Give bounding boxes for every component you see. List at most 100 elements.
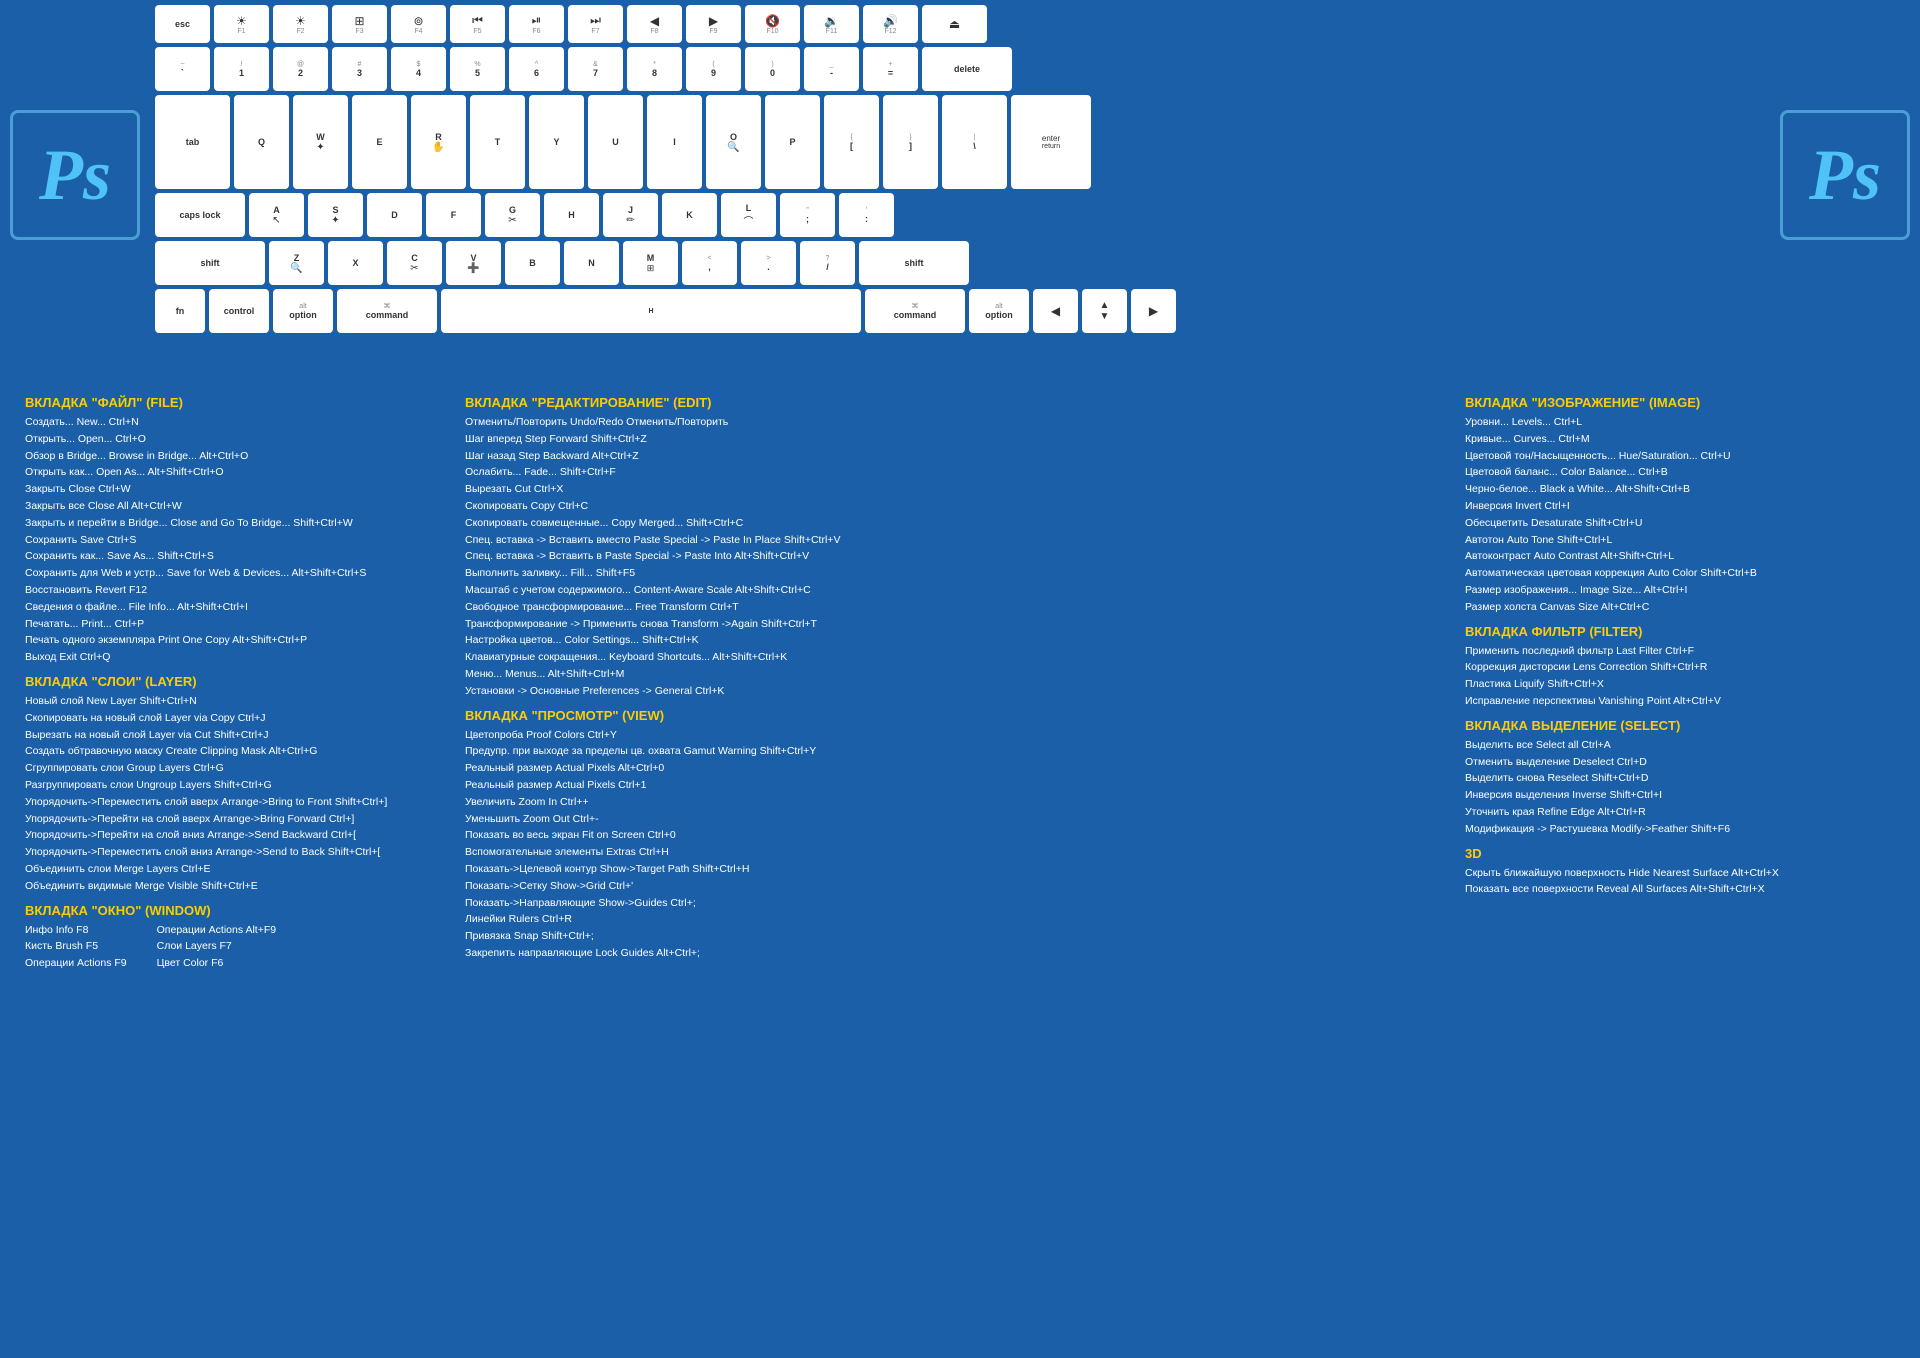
key-f7[interactable]: ⏭F7 <box>568 5 623 43</box>
view-item-11: Показать->Направляющие Show->Guides Ctrl… <box>465 895 1455 912</box>
key-capslock[interactable]: caps lock <box>155 193 245 237</box>
view-section: ВКЛАДКА "ПРОСМОТР" (VIEW) Цветопроба Pro… <box>465 708 1455 962</box>
key-comma[interactable]: <, <box>682 241 737 285</box>
key-2[interactable]: @2 <box>273 47 328 91</box>
edit-item-7: Скопировать совмещенные... Copy Merged..… <box>465 515 1455 532</box>
key-left[interactable]: ◀ <box>1033 289 1078 333</box>
key-esc[interactable]: esc <box>155 5 210 43</box>
key-f9[interactable]: ▶F9 <box>686 5 741 43</box>
key-5[interactable]: %5 <box>450 47 505 91</box>
key-f6[interactable]: ⏯F6 <box>509 5 564 43</box>
key-k[interactable]: K <box>662 193 717 237</box>
key-command-right[interactable]: ⌘command <box>865 289 965 333</box>
image-item-1: Уровни... Levels... Ctrl+L <box>1465 414 1895 431</box>
key-f3[interactable]: ⊞F3 <box>332 5 387 43</box>
3d-item-2: Показать все поверхности Reveal All Surf… <box>1465 881 1895 898</box>
key-command-left[interactable]: ⌘command <box>337 289 437 333</box>
key-1[interactable]: !1 <box>214 47 269 91</box>
view-item-6: Уменьшить Zoom Out Ctrl+- <box>465 811 1455 828</box>
key-b[interactable]: B <box>505 241 560 285</box>
file-item-1: Создать... New... Ctrl+N <box>25 414 455 431</box>
key-i[interactable]: I <box>647 95 702 189</box>
edit-item-10: Выполнить заливку... Fill... Shift+F5 <box>465 565 1455 582</box>
key-s[interactable]: S✦ <box>308 193 363 237</box>
key-c[interactable]: C✂ <box>387 241 442 285</box>
key-f2[interactable]: ☀F2 <box>273 5 328 43</box>
layer-item-4: Создать обтравочную маску Create Clippin… <box>25 743 455 760</box>
file-item-12: Сведения о файле... File Info... Alt+Shi… <box>25 599 455 616</box>
key-q[interactable]: Q <box>234 95 289 189</box>
key-l[interactable]: L⌒ <box>721 193 776 237</box>
key-backslash[interactable]: |\ <box>942 95 1007 189</box>
key-o[interactable]: O🔍 <box>706 95 761 189</box>
key-updown[interactable]: ▲▼ <box>1082 289 1127 333</box>
key-period[interactable]: >. <box>741 241 796 285</box>
file-item-8: Сохранить Save Ctrl+S <box>25 532 455 549</box>
key-equals[interactable]: += <box>863 47 918 91</box>
key-tab[interactable]: tab <box>155 95 230 189</box>
key-y[interactable]: Y <box>529 95 584 189</box>
view-item-4: Реальный размер Actual Pixels Ctrl+1 <box>465 777 1455 794</box>
key-n[interactable]: N <box>564 241 619 285</box>
key-9[interactable]: (9 <box>686 47 741 91</box>
key-f4[interactable]: ⊚F4 <box>391 5 446 43</box>
key-6[interactable]: ^6 <box>509 47 564 91</box>
key-8[interactable]: *8 <box>627 47 682 91</box>
key-a[interactable]: A↖ <box>249 193 304 237</box>
key-f5[interactable]: ⏮F5 <box>450 5 505 43</box>
key-option-left[interactable]: altoption <box>273 289 333 333</box>
key-e[interactable]: E <box>352 95 407 189</box>
view-item-13: Привязка Snap Shift+Ctrl+; <box>465 928 1455 945</box>
key-u[interactable]: U <box>588 95 643 189</box>
key-r[interactable]: R✋ <box>411 95 466 189</box>
select-item-1: Выделить все Select all Ctrl+A <box>1465 737 1895 754</box>
key-space[interactable]: H <box>441 289 861 333</box>
key-d[interactable]: D <box>367 193 422 237</box>
key-f8[interactable]: ◀F8 <box>627 5 682 43</box>
key-right[interactable]: ▶ <box>1131 289 1176 333</box>
key-eject[interactable]: ⏏ <box>922 5 987 43</box>
key-semicolon[interactable]: "; <box>780 193 835 237</box>
key-lbracket[interactable]: {[ <box>824 95 879 189</box>
key-v[interactable]: V➕ <box>446 241 501 285</box>
key-minus[interactable]: _- <box>804 47 859 91</box>
key-tilde[interactable]: ~` <box>155 47 210 91</box>
key-slash[interactable]: ?/ <box>800 241 855 285</box>
key-x[interactable]: X <box>328 241 383 285</box>
window-item-2: Кисть Brush F5 <box>25 938 127 955</box>
key-3[interactable]: #3 <box>332 47 387 91</box>
key-f11[interactable]: 🔉F11 <box>804 5 859 43</box>
key-p[interactable]: P <box>765 95 820 189</box>
edit-item-3: Шаг назад Step Backward Alt+Ctrl+Z <box>465 448 1455 465</box>
key-t[interactable]: T <box>470 95 525 189</box>
window-item-4: Операции Actions Alt+F9 <box>157 922 276 939</box>
key-g[interactable]: G✂ <box>485 193 540 237</box>
keyboard: esc ☀F1 ☀F2 ⊞F3 ⊚F4 ⏮F5 ⏯F6 ⏭F7 ◀F8 ▶F9 … <box>155 5 1765 375</box>
key-quote[interactable]: ': <box>839 193 894 237</box>
key-shift-left[interactable]: shift <box>155 241 265 285</box>
layer-section-title: ВКЛАДКА "СЛОИ" (LAYER) <box>25 674 455 689</box>
file-item-14: Печать одного экземпляра Print One Copy … <box>25 632 455 649</box>
key-f12[interactable]: 🔊F12 <box>863 5 918 43</box>
key-f1[interactable]: ☀F1 <box>214 5 269 43</box>
key-j[interactable]: J✏ <box>603 193 658 237</box>
key-rbracket[interactable]: }] <box>883 95 938 189</box>
key-h[interactable]: H <box>544 193 599 237</box>
key-delete[interactable]: delete <box>922 47 1012 91</box>
key-0[interactable]: )0 <box>745 47 800 91</box>
key-f10[interactable]: 🔇F10 <box>745 5 800 43</box>
key-f[interactable]: F <box>426 193 481 237</box>
key-shift-right[interactable]: shift <box>859 241 969 285</box>
key-z[interactable]: Z🔍 <box>269 241 324 285</box>
image-section-title: ВКЛАДКА "ИЗОБРАЖЕНИЕ" (IMAGE) <box>1465 395 1895 410</box>
key-4[interactable]: $4 <box>391 47 446 91</box>
key-enter[interactable]: enter return <box>1011 95 1091 189</box>
key-fn[interactable]: fn <box>155 289 205 333</box>
layer-item-7: Упорядочить->Переместить слой вверх Arra… <box>25 794 455 811</box>
key-7[interactable]: &7 <box>568 47 623 91</box>
key-w[interactable]: W✦ <box>293 95 348 189</box>
key-option-right[interactable]: altoption <box>969 289 1029 333</box>
key-control[interactable]: control <box>209 289 269 333</box>
key-m[interactable]: M⊞ <box>623 241 678 285</box>
file-shortcuts: Создать... New... Ctrl+N Открыть... Open… <box>25 414 455 666</box>
